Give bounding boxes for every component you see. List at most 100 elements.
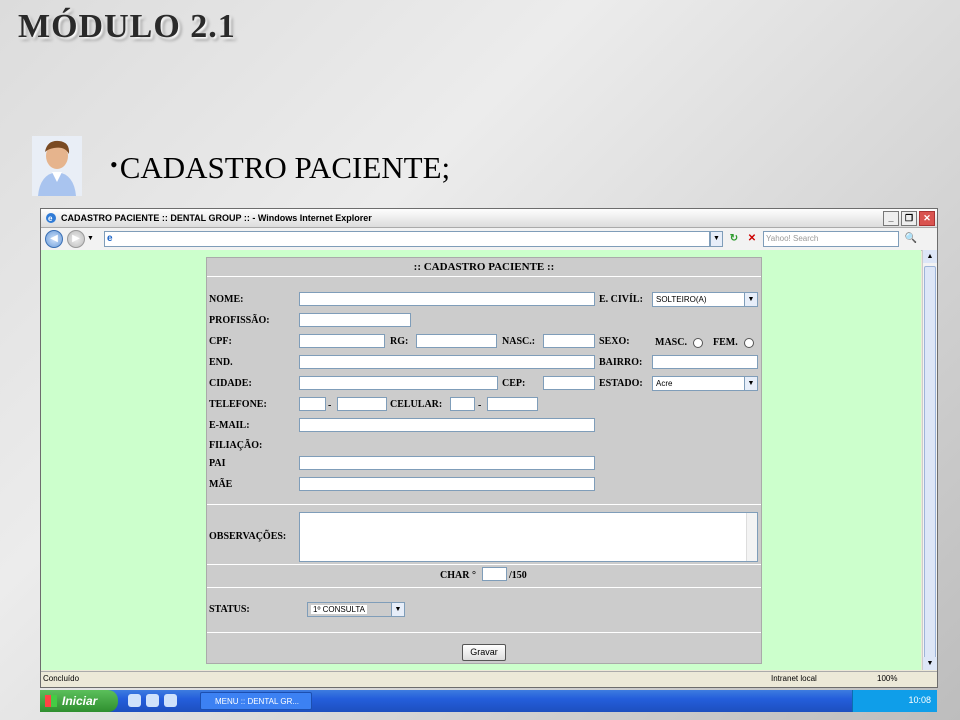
window-controls: _ ❐ ✕ [883, 210, 935, 226]
zoom-level[interactable]: 100% [877, 674, 897, 683]
stop-button[interactable]: ✕ [745, 232, 759, 246]
profissao-label: PROFISSÃO: [209, 315, 270, 326]
endereco-label: END. [209, 357, 233, 368]
nome-input[interactable] [299, 292, 595, 306]
status-label: STATUS: [209, 604, 250, 615]
refresh-button[interactable]: ↻ [727, 232, 741, 246]
mae-input[interactable] [299, 477, 595, 491]
estado-civil-value: SOLTEIRO(A) [656, 295, 707, 304]
windows-logo-icon [45, 695, 57, 707]
bairro-label: BAIRRO: [599, 357, 643, 368]
gravar-button[interactable]: Gravar [462, 644, 506, 661]
divider [207, 564, 761, 565]
page-icon: e [107, 233, 113, 244]
form-title: :: CADASTRO PACIENTE :: [207, 258, 761, 277]
char-label: CHAR ° [440, 570, 476, 581]
scroll-down-icon[interactable]: ▼ [923, 657, 937, 670]
history-dropdown-icon[interactable]: ▼ [85, 232, 96, 246]
window-titlebar: e CADASTRO PACIENTE :: DENTAL GROUP :: -… [41, 209, 937, 228]
celular-label: CELULAR: [390, 399, 443, 410]
browser-window: e CADASTRO PACIENTE :: DENTAL GROUP :: -… [40, 208, 938, 688]
char-max-label: /150 [509, 570, 527, 581]
telefone-ddd-input[interactable] [299, 397, 326, 411]
rg-input[interactable] [416, 334, 497, 348]
minimize-button[interactable]: _ [883, 210, 899, 226]
start-label: Iniciar [62, 694, 98, 708]
cep-input[interactable] [543, 376, 595, 390]
observacoes-textarea[interactable] [299, 512, 758, 562]
status-select[interactable]: 1º CONSULTA ▼ [307, 602, 405, 617]
ie-icon: e [46, 213, 56, 223]
address-toolbar: ◀ ▶ ▼ e ▼ ↻ ✕ Yahoo! Search 🔍 [41, 228, 937, 251]
bullet-item: •CADASTRO PACIENTE; [110, 150, 450, 186]
chevron-down-icon: ▼ [391, 603, 404, 616]
celular-number-input[interactable] [487, 397, 538, 411]
sexo-label: SEXO: [599, 336, 630, 347]
pai-input[interactable] [299, 456, 595, 470]
close-button[interactable]: ✕ [919, 210, 935, 226]
celular-dash: - [478, 400, 482, 411]
quicklaunch-media-icon[interactable] [164, 694, 177, 707]
page-scrollbar[interactable]: ▲ ▼ [922, 250, 937, 670]
cpf-input[interactable] [299, 334, 385, 348]
nome-label: NOME: [209, 294, 244, 305]
estado-label: ESTADO: [599, 378, 643, 389]
forward-button[interactable]: ▶ [67, 230, 85, 248]
system-tray: 10:08 [852, 690, 937, 712]
char-count-input [482, 567, 507, 581]
status-value: 1º CONSULTA [311, 605, 367, 614]
svg-text:e: e [48, 214, 53, 223]
estado-select[interactable]: Acre ▼ [652, 376, 758, 391]
maximize-button[interactable]: ❐ [901, 210, 917, 226]
patient-form: :: CADASTRO PACIENTE :: NOME: E. CIVÍL: … [206, 257, 762, 664]
status-text: Concluído [43, 674, 80, 683]
status-bar: Concluído Intranet local 100% [41, 671, 937, 687]
cpf-label: CPF: [209, 336, 232, 347]
taskbar: Iniciar MENU :: DENTAL GR... 10:08 [40, 690, 937, 712]
textarea-scrollbar[interactable] [746, 513, 757, 561]
clock: 10:08 [908, 695, 931, 705]
email-input[interactable] [299, 418, 595, 432]
estado-value: Acre [656, 379, 673, 388]
cep-label: CEP: [502, 378, 526, 389]
endereco-input[interactable] [299, 355, 595, 369]
search-input[interactable]: Yahoo! Search [763, 231, 899, 247]
nasc-input[interactable] [543, 334, 595, 348]
rg-label: RG: [390, 336, 409, 347]
page-content: :: CADASTRO PACIENTE :: NOME: E. CIVÍL: … [41, 250, 921, 670]
divider [207, 504, 761, 505]
security-zone: Intranet local [771, 674, 817, 683]
start-button[interactable]: Iniciar [40, 690, 118, 712]
telefone-dash: - [328, 400, 332, 411]
scroll-thumb[interactable] [924, 266, 936, 660]
search-icon[interactable]: 🔍 [903, 232, 919, 246]
taskbar-item[interactable]: MENU :: DENTAL GR... [200, 692, 312, 710]
email-label: E-MAIL: [209, 420, 250, 431]
quicklaunch-ie-icon[interactable] [128, 694, 141, 707]
pai-label: PAI [209, 458, 226, 469]
cidade-input[interactable] [299, 376, 498, 390]
observacoes-label: OBSERVAÇÕES: [209, 531, 287, 542]
divider [207, 632, 761, 633]
address-bar[interactable]: e [104, 231, 710, 247]
estado-civil-select[interactable]: SOLTEIRO(A) ▼ [652, 292, 758, 307]
scroll-up-icon[interactable]: ▲ [923, 250, 937, 263]
profissao-input[interactable] [299, 313, 411, 327]
celular-ddd-input[interactable] [450, 397, 475, 411]
filiacao-label: FILIAÇÃO: [209, 440, 263, 451]
masc-radio[interactable] [693, 338, 703, 348]
quicklaunch-explorer-icon[interactable] [146, 694, 159, 707]
fem-radio[interactable] [744, 338, 754, 348]
divider [207, 587, 761, 588]
bairro-input[interactable] [652, 355, 758, 369]
telefone-label: TELEFONE: [209, 399, 267, 410]
address-dropdown-button[interactable]: ▼ [710, 231, 723, 247]
cidade-label: CIDADE: [209, 378, 252, 389]
chevron-down-icon: ▼ [744, 293, 757, 306]
window-title: CADASTRO PACIENTE :: DENTAL GROUP :: - W… [61, 213, 372, 223]
bullet-text: CADASTRO PACIENTE; [119, 150, 451, 185]
nasc-label: NASC.: [502, 336, 536, 347]
telefone-number-input[interactable] [337, 397, 387, 411]
estado-civil-label: E. CIVÍL: [599, 294, 643, 305]
back-button[interactable]: ◀ [45, 230, 63, 248]
